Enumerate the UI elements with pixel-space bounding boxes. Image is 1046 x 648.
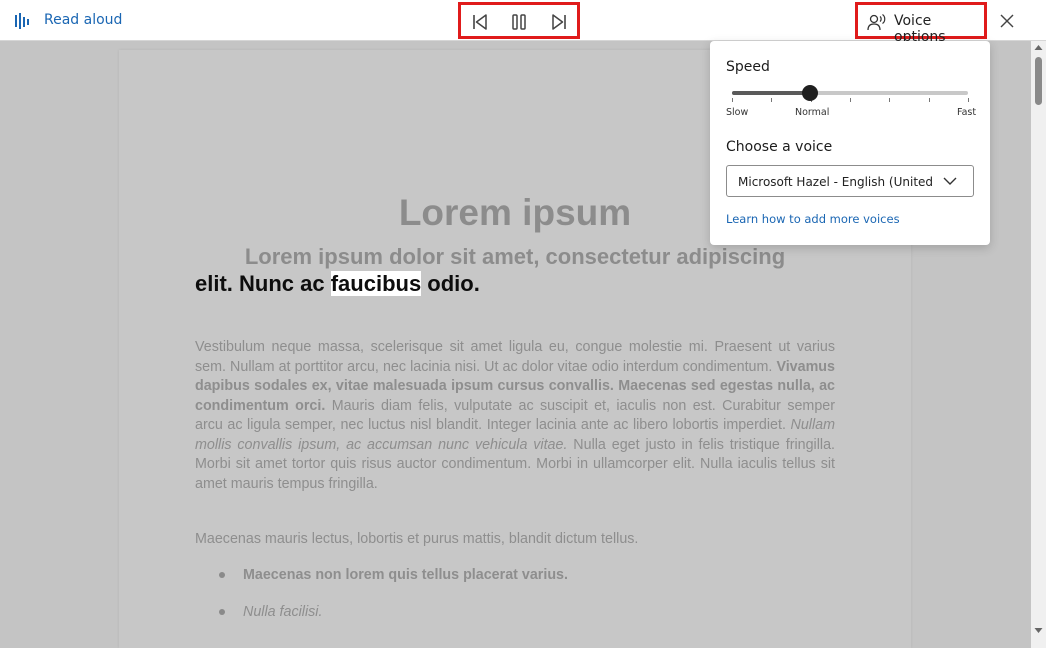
document-heading: Lorem ipsum dolor sit amet, consectetur … [195, 243, 835, 297]
speed-normal-label: Normal [795, 107, 830, 118]
slider-tick [929, 98, 930, 102]
slider-tick [771, 98, 772, 102]
pause-icon[interactable] [510, 13, 528, 31]
list-item: Maecenas non lorem quis tellus placerat … [195, 565, 835, 602]
slider-tick [889, 98, 890, 102]
speed-label: Speed [726, 59, 770, 75]
choose-voice-label: Choose a voice [726, 139, 833, 155]
heading-line-1: Lorem ipsum dolor sit amet, consectetur … [244, 244, 786, 269]
scrollbar-thumb[interactable] [1035, 57, 1042, 105]
heading-text-after: odio. [421, 271, 480, 296]
slider-thumb[interactable] [802, 85, 818, 101]
close-icon[interactable] [997, 11, 1017, 31]
voice-options-button[interactable]: Voice options [855, 2, 987, 45]
heading-line-2-current: elit. Nunc ac faucibus odio. [195, 270, 835, 297]
paragraph-2: Maecenas mauris lectus, lobortis et puru… [195, 531, 639, 547]
selected-voice-text: Microsoft Hazel - English (United Kin [738, 175, 938, 189]
chevron-down-icon [943, 177, 957, 185]
read-aloud-icon [15, 13, 29, 29]
read-aloud-label: Read aloud [44, 12, 123, 28]
list-item: Nulla facilisi. [195, 602, 835, 639]
slider-fill [732, 91, 810, 95]
current-word-highlight: faucibus [330, 271, 422, 296]
speed-slow-label: Slow [726, 107, 749, 118]
learn-more-voices-link[interactable]: Learn how to add more voices [726, 212, 900, 226]
slider-tick [732, 98, 733, 102]
voice-options-panel: Speed Slow Normal Fast Choose a voice Mi… [710, 41, 990, 245]
speaking-person-icon [867, 14, 886, 31]
playback-controls [458, 2, 580, 39]
slider-tick [850, 98, 851, 102]
paragraph-1: Vestibulum neque massa, scelerisque sit … [195, 338, 835, 494]
speed-slider[interactable] [732, 85, 969, 105]
read-aloud-toolbar: Read aloud Voice options [0, 0, 1046, 45]
paragraph-1-text: Vestibulum neque massa, scelerisque sit … [195, 339, 835, 375]
skip-previous-icon[interactable] [471, 13, 489, 31]
slider-tick [968, 98, 969, 102]
heading-text-before: elit. Nunc ac [195, 271, 331, 296]
speed-fast-label: Fast [957, 107, 977, 118]
scroll-up-arrow-icon[interactable] [1034, 44, 1043, 51]
voice-select-dropdown[interactable]: Microsoft Hazel - English (United Kin [726, 165, 974, 197]
vertical-scrollbar[interactable] [1031, 41, 1046, 648]
bullet-list: Maecenas non lorem quis tellus placerat … [195, 565, 835, 639]
list-item-text: Maecenas non lorem quis tellus placerat … [243, 567, 568, 583]
list-item-text: Nulla facilisi. [243, 604, 323, 620]
scroll-down-arrow-icon[interactable] [1034, 627, 1043, 634]
skip-next-icon[interactable] [550, 13, 568, 31]
